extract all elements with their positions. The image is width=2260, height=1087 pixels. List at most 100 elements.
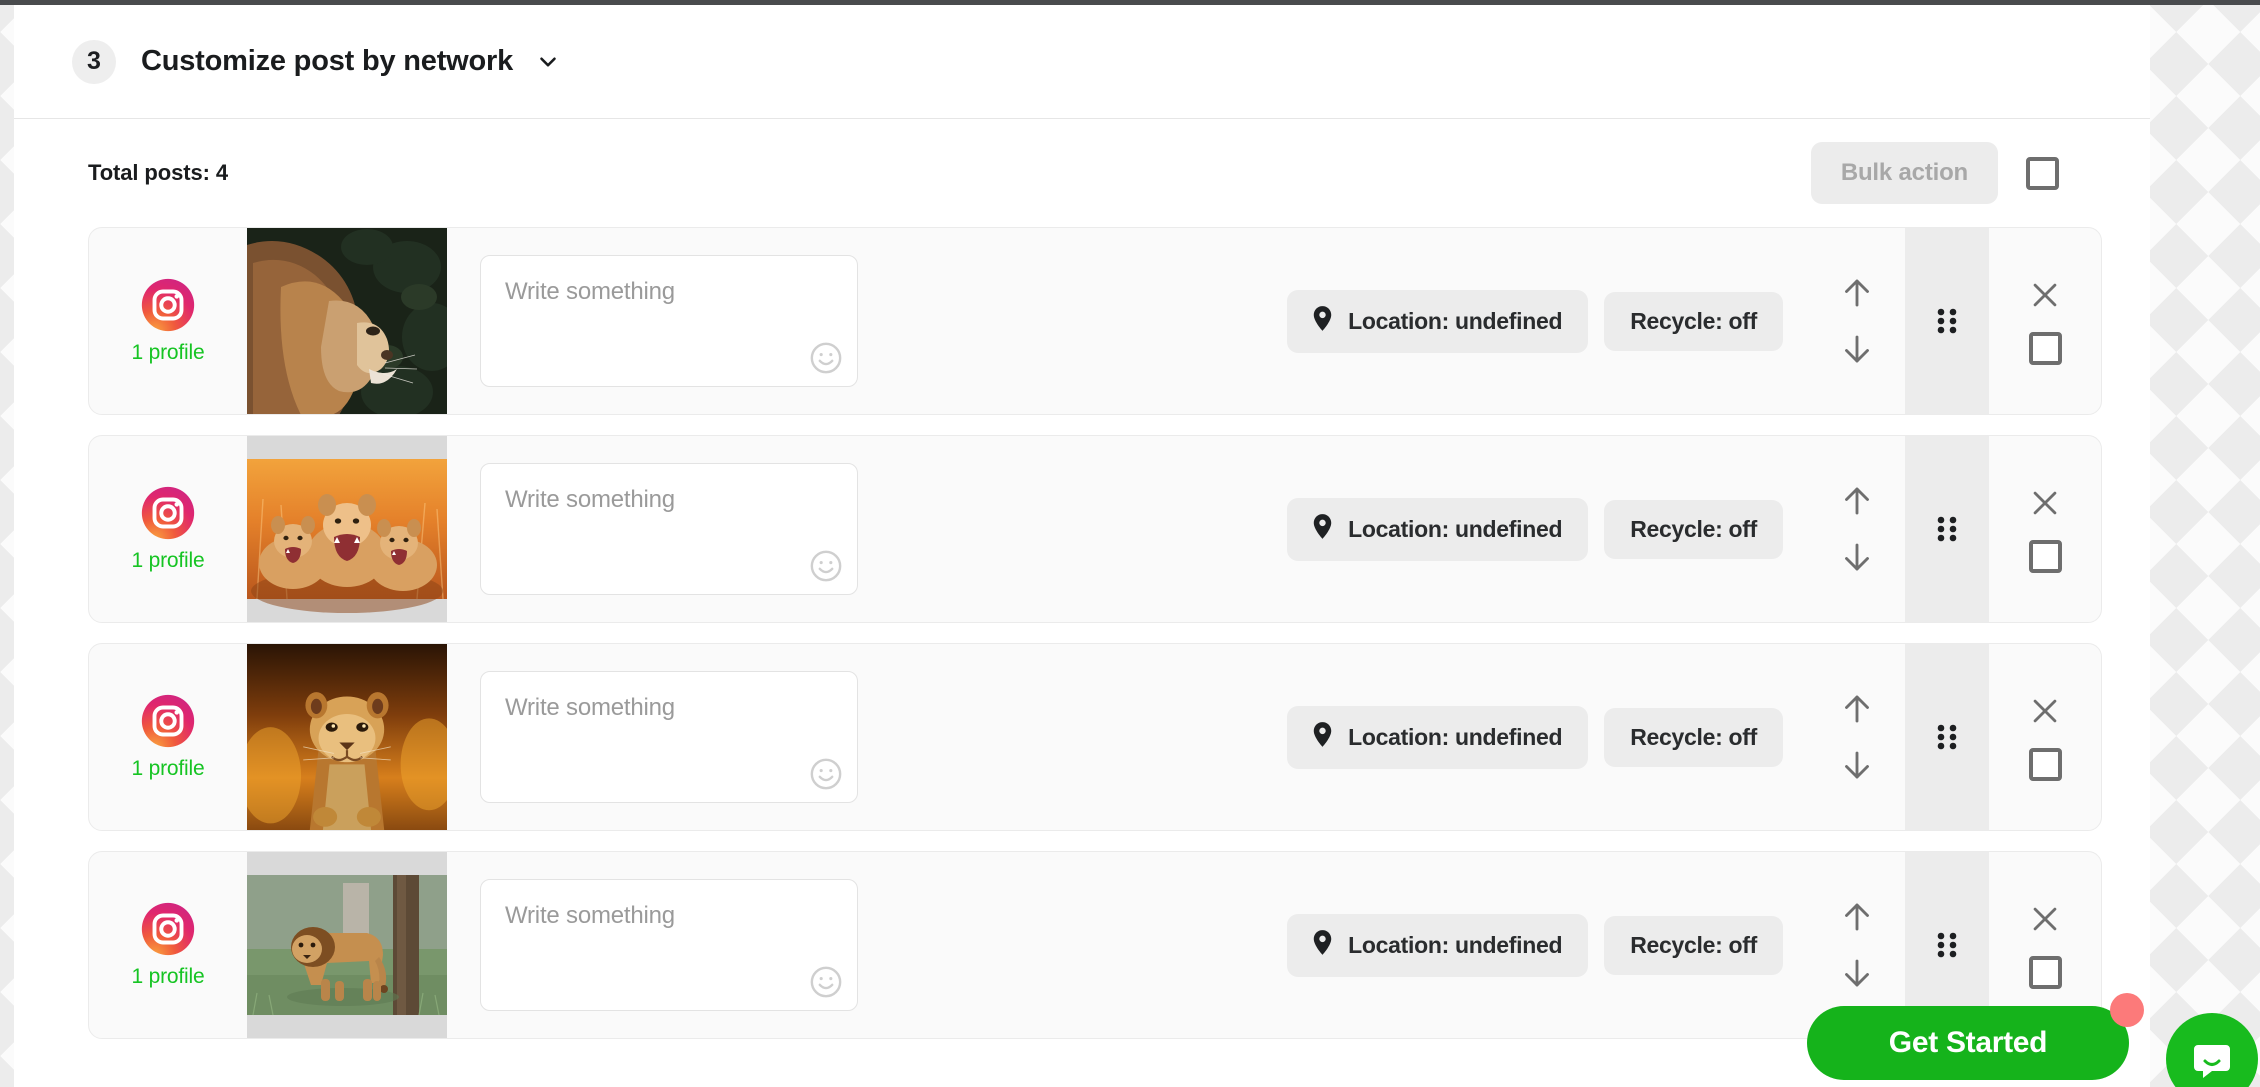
location-chip[interactable]: Location: undefined bbox=[1287, 913, 1589, 977]
location-chip[interactable]: Location: undefined bbox=[1287, 705, 1589, 769]
profile-column: 1 profile bbox=[89, 228, 247, 414]
arrow-down-icon[interactable] bbox=[1839, 539, 1875, 575]
reorder-controls bbox=[1809, 228, 1905, 414]
table-row: 1 profile Write something Location: unde… bbox=[88, 643, 2102, 831]
close-x-icon[interactable] bbox=[2028, 486, 2062, 520]
browser-top-bar bbox=[0, 0, 2260, 5]
row-actions bbox=[1989, 436, 2101, 622]
chat-launcher-button[interactable] bbox=[2166, 1013, 2258, 1087]
map-pin-icon bbox=[1313, 305, 1332, 337]
reorder-controls bbox=[1809, 436, 1905, 622]
arrow-up-icon[interactable] bbox=[1839, 483, 1875, 519]
post-meta: Location: undefined Recycle: off bbox=[858, 644, 1809, 830]
emoji-smiley-icon[interactable] bbox=[809, 757, 843, 791]
close-x-icon[interactable] bbox=[2028, 278, 2062, 312]
post-composer[interactable]: Write something bbox=[480, 463, 858, 595]
recycle-chip[interactable]: Recycle: off bbox=[1604, 291, 1783, 351]
select-all-checkbox[interactable] bbox=[2026, 156, 2059, 190]
list-toolbar: Total posts: 4 Bulk action bbox=[14, 119, 2150, 227]
post-meta: Location: undefined Recycle: off bbox=[858, 228, 1809, 414]
arrow-down-icon[interactable] bbox=[1839, 955, 1875, 991]
emoji-smiley-icon[interactable] bbox=[809, 965, 843, 999]
drag-handle[interactable] bbox=[1905, 436, 1989, 622]
close-x-icon[interactable] bbox=[2028, 902, 2062, 936]
location-chip[interactable]: Location: undefined bbox=[1287, 497, 1589, 561]
row-select-checkbox[interactable] bbox=[2028, 747, 2062, 781]
map-pin-icon bbox=[1313, 929, 1332, 961]
location-chip[interactable]: Location: undefined bbox=[1287, 289, 1589, 353]
recycle-chip-label: Recycle: off bbox=[1630, 307, 1757, 334]
composer-wrapper: Write something bbox=[447, 852, 858, 1038]
location-chip-label: Location: undefined bbox=[1348, 515, 1563, 542]
arrow-up-icon[interactable] bbox=[1839, 275, 1875, 311]
post-composer[interactable]: Write something bbox=[480, 879, 858, 1011]
reorder-controls bbox=[1809, 644, 1905, 830]
post-thumbnail[interactable] bbox=[247, 852, 447, 1038]
recycle-chip[interactable]: Recycle: off bbox=[1604, 915, 1783, 975]
profile-count-label: 1 profile bbox=[131, 548, 205, 572]
arrow-down-icon[interactable] bbox=[1839, 331, 1875, 367]
post-thumbnail[interactable] bbox=[247, 644, 447, 830]
location-chip-label: Location: undefined bbox=[1348, 931, 1563, 958]
table-row: 1 profile Write something Location: unde… bbox=[88, 435, 2102, 623]
composer-placeholder: Write something bbox=[505, 902, 675, 929]
recycle-chip-label: Recycle: off bbox=[1630, 515, 1757, 542]
instagram-icon[interactable] bbox=[141, 694, 195, 748]
composer-wrapper: Write something bbox=[447, 228, 858, 414]
post-thumbnail[interactable] bbox=[247, 228, 447, 414]
drag-handle[interactable] bbox=[1905, 228, 1989, 414]
app-card: 3 Customize post by network Total posts:… bbox=[14, 5, 2150, 1087]
emoji-smiley-icon[interactable] bbox=[809, 341, 843, 375]
chevron-down-icon[interactable] bbox=[535, 49, 561, 75]
instagram-icon[interactable] bbox=[141, 486, 195, 540]
step-header: 3 Customize post by network bbox=[14, 5, 2150, 119]
composer-wrapper: Write something bbox=[447, 644, 858, 830]
row-select-checkbox[interactable] bbox=[2028, 955, 2062, 989]
arrow-down-icon[interactable] bbox=[1839, 747, 1875, 783]
drag-handle-dots-icon bbox=[1937, 724, 1957, 750]
map-pin-icon bbox=[1313, 721, 1332, 753]
arrow-up-icon[interactable] bbox=[1839, 691, 1875, 727]
location-chip-label: Location: undefined bbox=[1348, 307, 1563, 334]
page-background: 3 Customize post by network Total posts:… bbox=[0, 0, 2260, 1087]
row-actions bbox=[1989, 644, 2101, 830]
drag-handle-dots-icon bbox=[1937, 308, 1957, 334]
post-meta: Location: undefined Recycle: off bbox=[858, 436, 1809, 622]
instagram-icon[interactable] bbox=[141, 902, 195, 956]
composer-placeholder: Write something bbox=[505, 694, 675, 721]
profile-column: 1 profile bbox=[89, 644, 247, 830]
profile-column: 1 profile bbox=[89, 852, 247, 1038]
recycle-chip-label: Recycle: off bbox=[1630, 931, 1757, 958]
map-pin-icon bbox=[1313, 513, 1332, 545]
notification-dot-icon bbox=[2110, 993, 2144, 1027]
toolbar-actions: Bulk action bbox=[1810, 142, 2102, 204]
emoji-smiley-icon[interactable] bbox=[809, 549, 843, 583]
location-chip-label: Location: undefined bbox=[1348, 723, 1563, 750]
post-composer[interactable]: Write something bbox=[480, 255, 858, 387]
recycle-chip[interactable]: Recycle: off bbox=[1604, 499, 1783, 559]
arrow-up-icon[interactable] bbox=[1839, 899, 1875, 935]
post-thumbnail[interactable] bbox=[247, 436, 447, 622]
step-number-badge: 3 bbox=[72, 39, 116, 84]
profile-column: 1 profile bbox=[89, 436, 247, 622]
instagram-icon[interactable] bbox=[141, 278, 195, 332]
close-x-icon[interactable] bbox=[2028, 694, 2062, 728]
page-title: Customize post by network bbox=[141, 45, 514, 77]
get-started-button[interactable]: Get Started bbox=[1807, 1006, 2129, 1080]
drag-handle-dots-icon bbox=[1937, 516, 1957, 542]
profile-count-label: 1 profile bbox=[131, 340, 205, 364]
total-posts-label: Total posts: 4 bbox=[88, 160, 228, 185]
recycle-chip[interactable]: Recycle: off bbox=[1604, 707, 1783, 767]
chat-bubble-icon bbox=[2194, 1045, 2230, 1078]
recycle-chip-label: Recycle: off bbox=[1630, 723, 1757, 750]
row-select-checkbox[interactable] bbox=[2028, 539, 2062, 573]
post-composer[interactable]: Write something bbox=[480, 671, 858, 803]
composer-placeholder: Write something bbox=[505, 486, 675, 513]
bulk-action-button[interactable]: Bulk action bbox=[1810, 142, 1998, 204]
profile-count-label: 1 profile bbox=[131, 756, 205, 780]
composer-placeholder: Write something bbox=[505, 278, 675, 305]
row-actions bbox=[1989, 228, 2101, 414]
table-row: 1 profile Write something Location: unde… bbox=[88, 851, 2102, 1039]
drag-handle[interactable] bbox=[1905, 644, 1989, 830]
row-select-checkbox[interactable] bbox=[2028, 331, 2062, 365]
